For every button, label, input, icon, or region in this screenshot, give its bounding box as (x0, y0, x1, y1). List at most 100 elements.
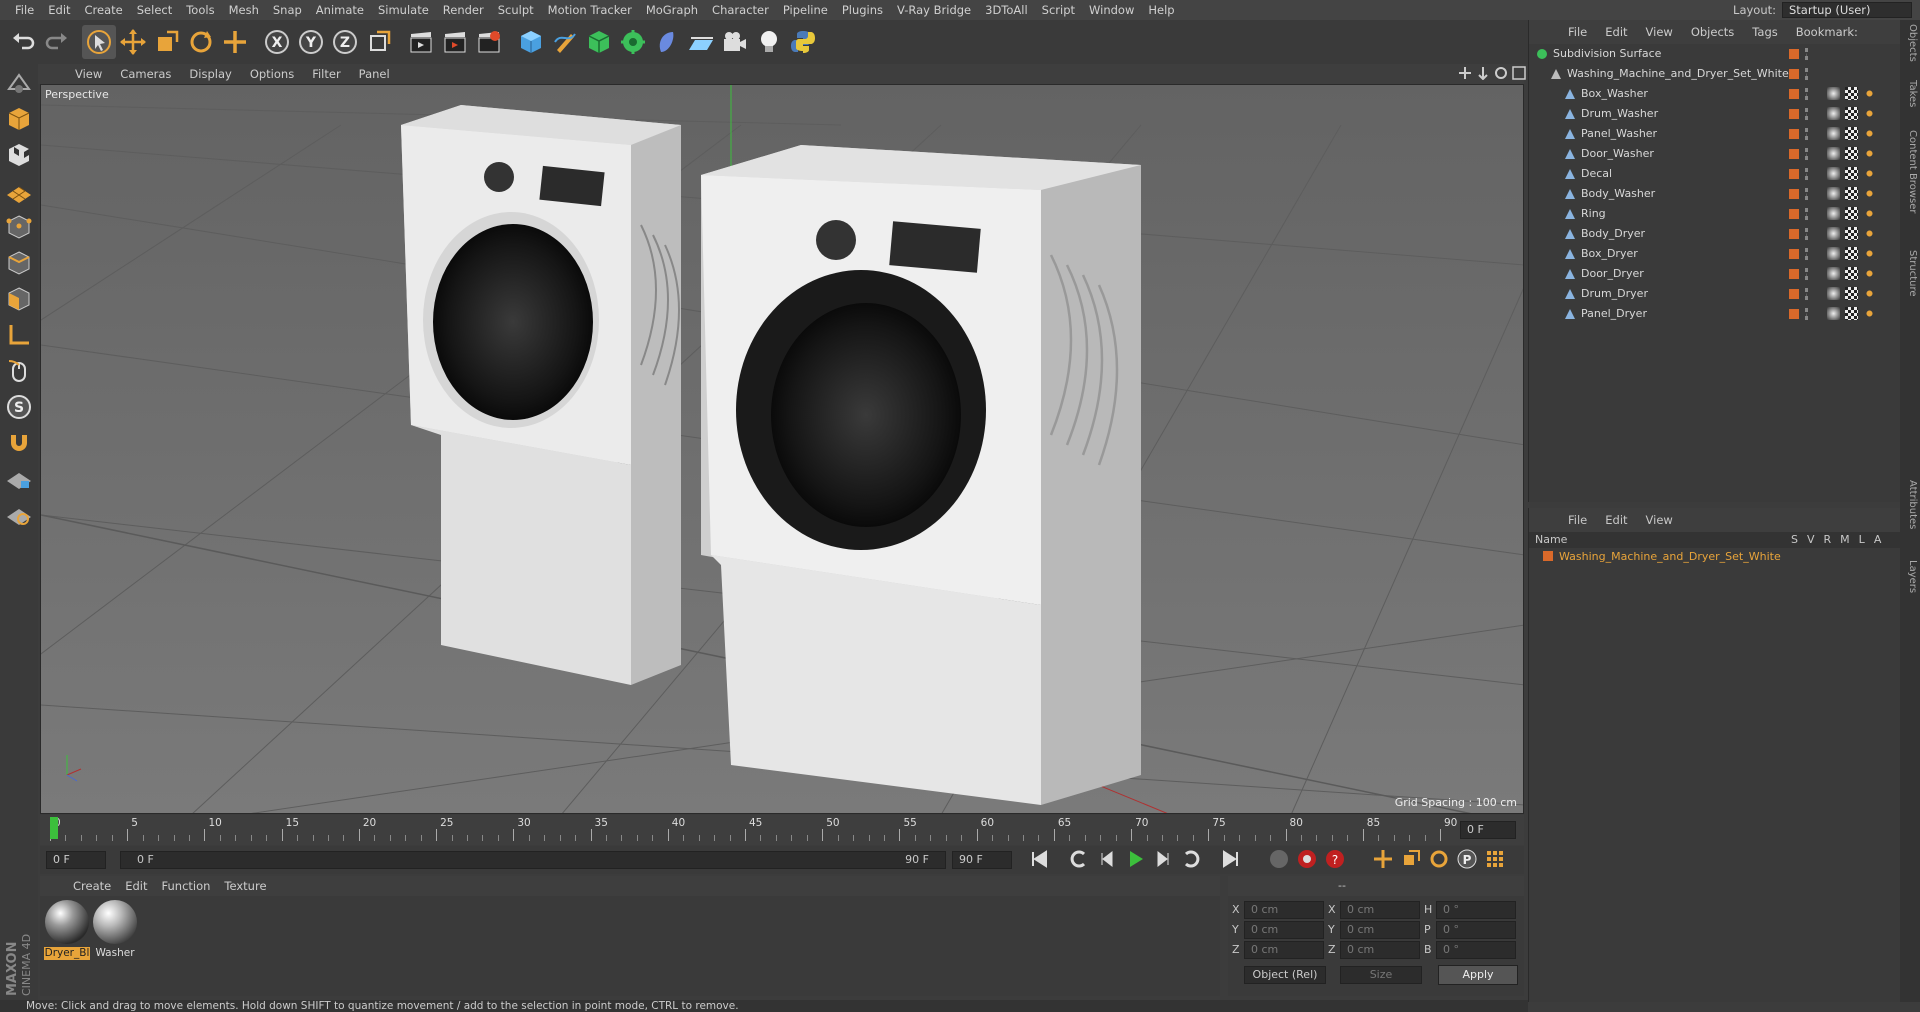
python-button[interactable] (786, 25, 820, 59)
key-position-icon[interactable] (1372, 848, 1394, 870)
side-tab-structure[interactable]: Structure (1902, 250, 1918, 297)
checker-tag-icon[interactable] (1845, 127, 1858, 140)
checker-tag-icon[interactable] (1845, 307, 1858, 320)
material-tag-icon[interactable] (1827, 207, 1840, 220)
menu-item-create[interactable]: Create (78, 3, 130, 17)
select-tool-button[interactable] (82, 25, 116, 59)
timeline-ruler[interactable]: 051015202530354045505560657075808590 0 F (40, 815, 1524, 845)
key-scale-icon[interactable] (1400, 848, 1422, 870)
go-to-start-icon[interactable] (1028, 848, 1050, 870)
coord-value-field[interactable]: 0 ° (1436, 901, 1516, 919)
side-tab-attributes[interactable]: Attributes (1902, 480, 1918, 529)
object-row[interactable]: Ring (1529, 204, 1900, 224)
coordinate-system-button[interactable] (362, 25, 396, 59)
menu-item-file[interactable]: File (8, 3, 41, 17)
visibility-dots[interactable] (1805, 108, 1809, 120)
layer-tag[interactable] (1789, 229, 1799, 239)
menu-item-animate[interactable]: Animate (309, 3, 371, 17)
texture-tag-icon[interactable] (1863, 147, 1876, 160)
layer-tag[interactable] (1789, 49, 1799, 59)
cloner-button[interactable] (616, 25, 650, 59)
viewport-menu-cameras[interactable]: Cameras (111, 67, 180, 81)
material-tag-icon[interactable] (1827, 307, 1840, 320)
checker-tag-icon[interactable] (1845, 227, 1858, 240)
texture-tag-icon[interactable] (1863, 287, 1876, 300)
camera-button[interactable] (718, 25, 752, 59)
redo-button[interactable] (40, 25, 74, 59)
layer-tag[interactable] (1789, 309, 1799, 319)
checker-tag-icon[interactable] (1845, 187, 1858, 200)
layer-menu-edit[interactable]: Edit (1596, 513, 1636, 527)
rotate-tool-button[interactable] (184, 25, 218, 59)
material-washer[interactable]: Washer (92, 900, 138, 960)
menu-item-window[interactable]: Window (1082, 3, 1141, 17)
material-tag-icon[interactable] (1827, 187, 1840, 200)
loop-forward-icon[interactable] (1180, 848, 1202, 870)
snap-button[interactable]: S (1, 390, 37, 424)
material-tag-icon[interactable] (1827, 267, 1840, 280)
menu-item-v-ray-bridge[interactable]: V-Ray Bridge (890, 3, 978, 17)
maximize-view-icon[interactable] (1512, 66, 1526, 80)
object-row[interactable]: Washing_Machine_and_Dryer_Set_White (1529, 64, 1900, 84)
visibility-dots[interactable] (1805, 88, 1809, 100)
visibility-dots[interactable] (1805, 248, 1809, 260)
material-menu-texture[interactable]: Texture (217, 879, 273, 893)
menu-item-3dtoall[interactable]: 3DToAll (978, 3, 1035, 17)
polygon-mode-button[interactable] (1, 282, 37, 316)
undo-button[interactable] (6, 25, 40, 59)
end-frame-field[interactable]: 90 F (952, 851, 1012, 869)
edge-mode-button[interactable] (1, 246, 37, 280)
menu-item-simulate[interactable]: Simulate (371, 3, 436, 17)
object-menu-edit[interactable]: Edit (1596, 25, 1636, 39)
object-row[interactable]: Drum_Dryer (1529, 284, 1900, 304)
layer-color-swatch[interactable] (1543, 551, 1553, 561)
object-row[interactable]: Body_Dryer (1529, 224, 1900, 244)
coord-value-field[interactable]: 0 cm (1340, 921, 1420, 939)
coord-value-field[interactable]: 0 cm (1244, 921, 1324, 939)
3d-viewport[interactable]: Perspective Grid Spacing : 100 cm (40, 84, 1524, 814)
rotate-view-icon[interactable] (1494, 66, 1508, 80)
material-tag-icon[interactable] (1827, 87, 1840, 100)
auto-key-icon[interactable]: ? (1324, 848, 1346, 870)
viewport-menu-options[interactable]: Options (241, 67, 303, 81)
object-menu-bookmark[interactable]: Bookmark: (1787, 25, 1867, 39)
visibility-dots[interactable] (1805, 68, 1809, 80)
workplane-button[interactable] (1, 174, 37, 208)
menu-item-mograph[interactable]: MoGraph (639, 3, 705, 17)
viewport-menu-filter[interactable]: Filter (303, 67, 349, 81)
visibility-dots[interactable] (1805, 168, 1809, 180)
current-frame-field[interactable]: 0 F (1460, 821, 1516, 839)
keyframe-icon[interactable] (1268, 848, 1290, 870)
object-row[interactable]: Body_Washer (1529, 184, 1900, 204)
material-tag-icon[interactable] (1827, 287, 1840, 300)
menu-item-plugins[interactable]: Plugins (835, 3, 890, 17)
checker-tag-icon[interactable] (1845, 87, 1858, 100)
side-tab-layers[interactable]: Layers (1902, 560, 1918, 593)
object-row[interactable]: Decal (1529, 164, 1900, 184)
object-row[interactable]: Panel_Dryer (1529, 304, 1900, 324)
menu-item-script[interactable]: Script (1035, 3, 1082, 17)
layer-tag[interactable] (1789, 149, 1799, 159)
key-rotation-icon[interactable] (1428, 848, 1450, 870)
menu-item-select[interactable]: Select (130, 3, 179, 17)
floor-button[interactable] (684, 25, 718, 59)
material-menu-edit[interactable]: Edit (118, 879, 154, 893)
render-view-button[interactable] (404, 25, 438, 59)
lock-workplane-button[interactable] (1, 462, 37, 496)
texture-mode-button[interactable] (1, 138, 37, 172)
zoom-view-icon[interactable] (1476, 66, 1490, 80)
menu-item-sculpt[interactable]: Sculpt (491, 3, 541, 17)
layer-row[interactable]: Washing_Machine_and_Dryer_Set_White (1529, 548, 1900, 566)
texture-tag-icon[interactable] (1863, 167, 1876, 180)
light-button[interactable] (752, 25, 786, 59)
key-pla-icon[interactable] (1484, 848, 1506, 870)
cube-button[interactable] (514, 25, 548, 59)
coord-value-field[interactable]: 0 cm (1244, 901, 1324, 919)
visibility-dots[interactable] (1805, 148, 1809, 160)
move-tool-button[interactable] (116, 25, 150, 59)
object-menu-objects[interactable]: Objects (1682, 25, 1743, 39)
menu-item-render[interactable]: Render (436, 3, 491, 17)
visibility-dots[interactable] (1805, 188, 1809, 200)
material-tag-icon[interactable] (1827, 227, 1840, 240)
move-view-icon[interactable] (1458, 66, 1472, 80)
